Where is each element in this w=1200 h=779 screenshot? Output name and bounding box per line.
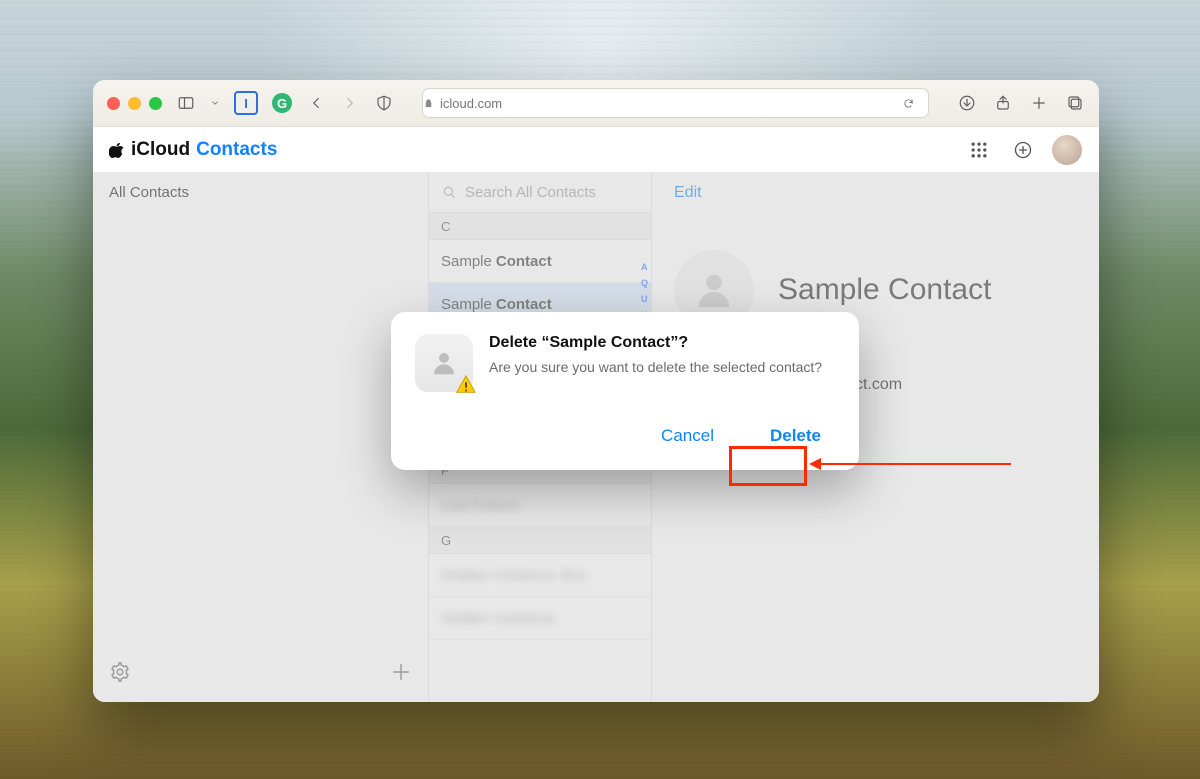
- app-title[interactable]: iCloud Contacts: [109, 139, 277, 161]
- apple-logo-icon: [109, 142, 125, 158]
- extension-i-icon[interactable]: I: [234, 91, 258, 115]
- dialog-title: Delete “Sample Contact”?: [489, 334, 822, 352]
- share-icon[interactable]: [993, 93, 1013, 113]
- maximize-window-button[interactable]: [149, 97, 162, 110]
- warning-badge-icon: [455, 374, 477, 396]
- privacy-report-icon[interactable]: [374, 93, 394, 113]
- titlebar: I G icloud.com: [93, 80, 1099, 127]
- delete-confirm-dialog: Delete “Sample Contact”? Are you sure yo…: [391, 312, 859, 470]
- extension-grammarly-icon[interactable]: G: [272, 93, 292, 113]
- dialog-app-icon: [415, 334, 473, 392]
- safari-window: I G icloud.com iCloud Conta: [93, 80, 1099, 702]
- sidebar-toggle-icon[interactable]: [176, 93, 196, 113]
- tabs-overview-icon[interactable]: [1065, 93, 1085, 113]
- dialog-message: Are you sure you want to delete the sele…: [489, 358, 822, 378]
- app-label: Contacts: [196, 139, 277, 161]
- apps-grid-icon[interactable]: [963, 134, 995, 166]
- forward-button[interactable]: [340, 93, 360, 113]
- lock-icon: [423, 98, 434, 109]
- address-bar[interactable]: icloud.com: [422, 88, 929, 118]
- brand-label: iCloud: [131, 139, 190, 161]
- cancel-button[interactable]: Cancel: [647, 420, 728, 452]
- app-header: iCloud Contacts: [93, 127, 1099, 174]
- close-window-button[interactable]: [107, 97, 120, 110]
- account-avatar[interactable]: [1051, 134, 1083, 166]
- delete-button[interactable]: Delete: [756, 420, 835, 452]
- chevron-down-icon[interactable]: [210, 93, 220, 113]
- url-host: icloud.com: [440, 96, 502, 111]
- traffic-lights: [107, 97, 162, 110]
- minimize-window-button[interactable]: [128, 97, 141, 110]
- reload-icon[interactable]: [898, 93, 918, 113]
- new-tab-icon[interactable]: [1029, 93, 1049, 113]
- add-contact-icon[interactable]: [1007, 134, 1039, 166]
- downloads-icon[interactable]: [957, 93, 977, 113]
- back-button[interactable]: [306, 93, 326, 113]
- titlebar-right: [957, 93, 1085, 113]
- annotation-arrow-line: [821, 463, 1011, 465]
- annotation-arrow-head: [809, 458, 821, 470]
